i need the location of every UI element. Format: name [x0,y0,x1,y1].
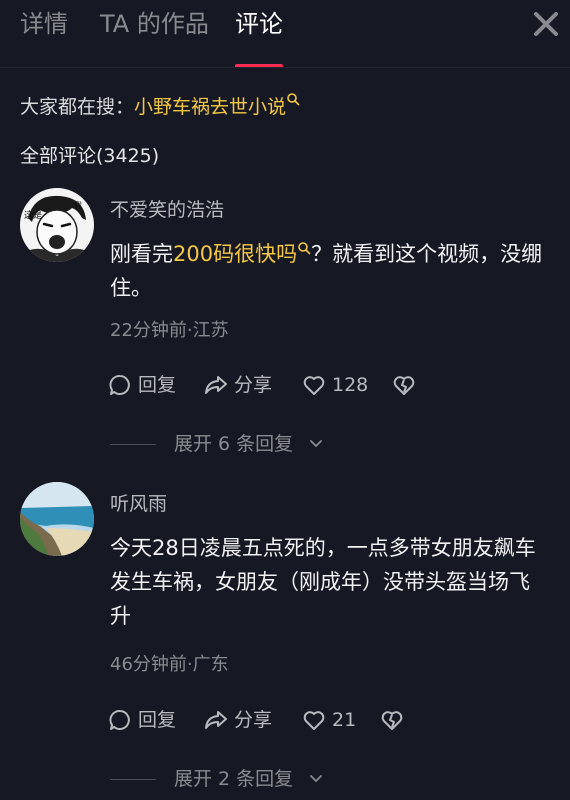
search-suggestion-prefix: 大家都在搜： [20,96,135,118]
broken-heart-icon [393,376,415,395]
expand-divider-line [110,779,156,780]
comment-text: 刚看完200码很快吗 ？就看到这个视频，没绷住。 [110,237,550,305]
svg-text:这是: 这是 [24,209,42,221]
tab-bar: 详情 TA 的作品 评论 [0,0,570,68]
tab-details[interactable]: 详情 [20,8,68,40]
manga-character-avatar-icon: 这是 我 [20,188,94,262]
close-icon [534,12,558,36]
dislike-button[interactable] [392,370,418,400]
reply-label: 回复 [138,374,177,396]
seaside-landscape-avatar-icon [20,482,94,556]
comment-bubble-icon [109,710,130,730]
comment-meta: 46分钟前·广东 [110,654,229,675]
svg-text:我: 我 [74,200,82,210]
dislike-button[interactable] [380,705,406,735]
comment-text: 今天28日凌晨五点死的，一点多带女朋友飙车发生车祸，女朋友（刚成年）没带头盔当场… [110,536,536,628]
close-button[interactable] [530,8,562,40]
comment-username[interactable]: 听风雨 [110,491,167,517]
broken-heart-icon [381,711,403,730]
avatar[interactable]: 这是 我 [20,188,94,262]
comments-page: 详情 TA 的作品 评论 大家都在搜：小野车祸去世小说 全部评论(3425) 这… [0,0,570,800]
search-icon [298,242,311,255]
share-arrow-icon [205,711,227,729]
heart-icon [303,711,325,730]
expand-divider-line [110,444,156,445]
tab-divider [0,67,570,68]
heart-icon [303,376,325,395]
like-count: 128 [332,374,369,396]
chevron-down-icon [310,775,322,782]
comment-search-link[interactable]: 200码很快吗 [173,242,297,266]
search-icon [287,93,300,106]
share-label: 分享 [234,709,273,731]
share-label: 分享 [234,374,273,396]
chevron-down-icon [310,440,322,447]
reply-label: 回复 [138,709,177,731]
expand-replies-label: 展开 2 条回复 [174,768,294,790]
comment-username[interactable]: 不爱笑的浩浩 [110,197,224,223]
expand-replies-label: 展开 6 条回复 [174,433,294,455]
search-suggestion-term[interactable]: 小野车祸去世小说 [134,96,286,118]
comment-meta: 22分钟前·江苏 [110,320,229,341]
tab-comments[interactable]: 评论 [235,8,283,40]
like-count: 21 [332,709,357,731]
tab-works[interactable]: TA 的作品 [100,8,209,40]
comment-text-before: 刚看完 [110,242,173,266]
share-arrow-icon [205,376,227,394]
avatar[interactable] [20,482,94,556]
search-suggestion[interactable]: 大家都在搜：小野车祸去世小说 [20,93,300,120]
comment-bubble-icon [109,375,130,395]
comment-count: 全部评论(3425) [20,145,160,167]
